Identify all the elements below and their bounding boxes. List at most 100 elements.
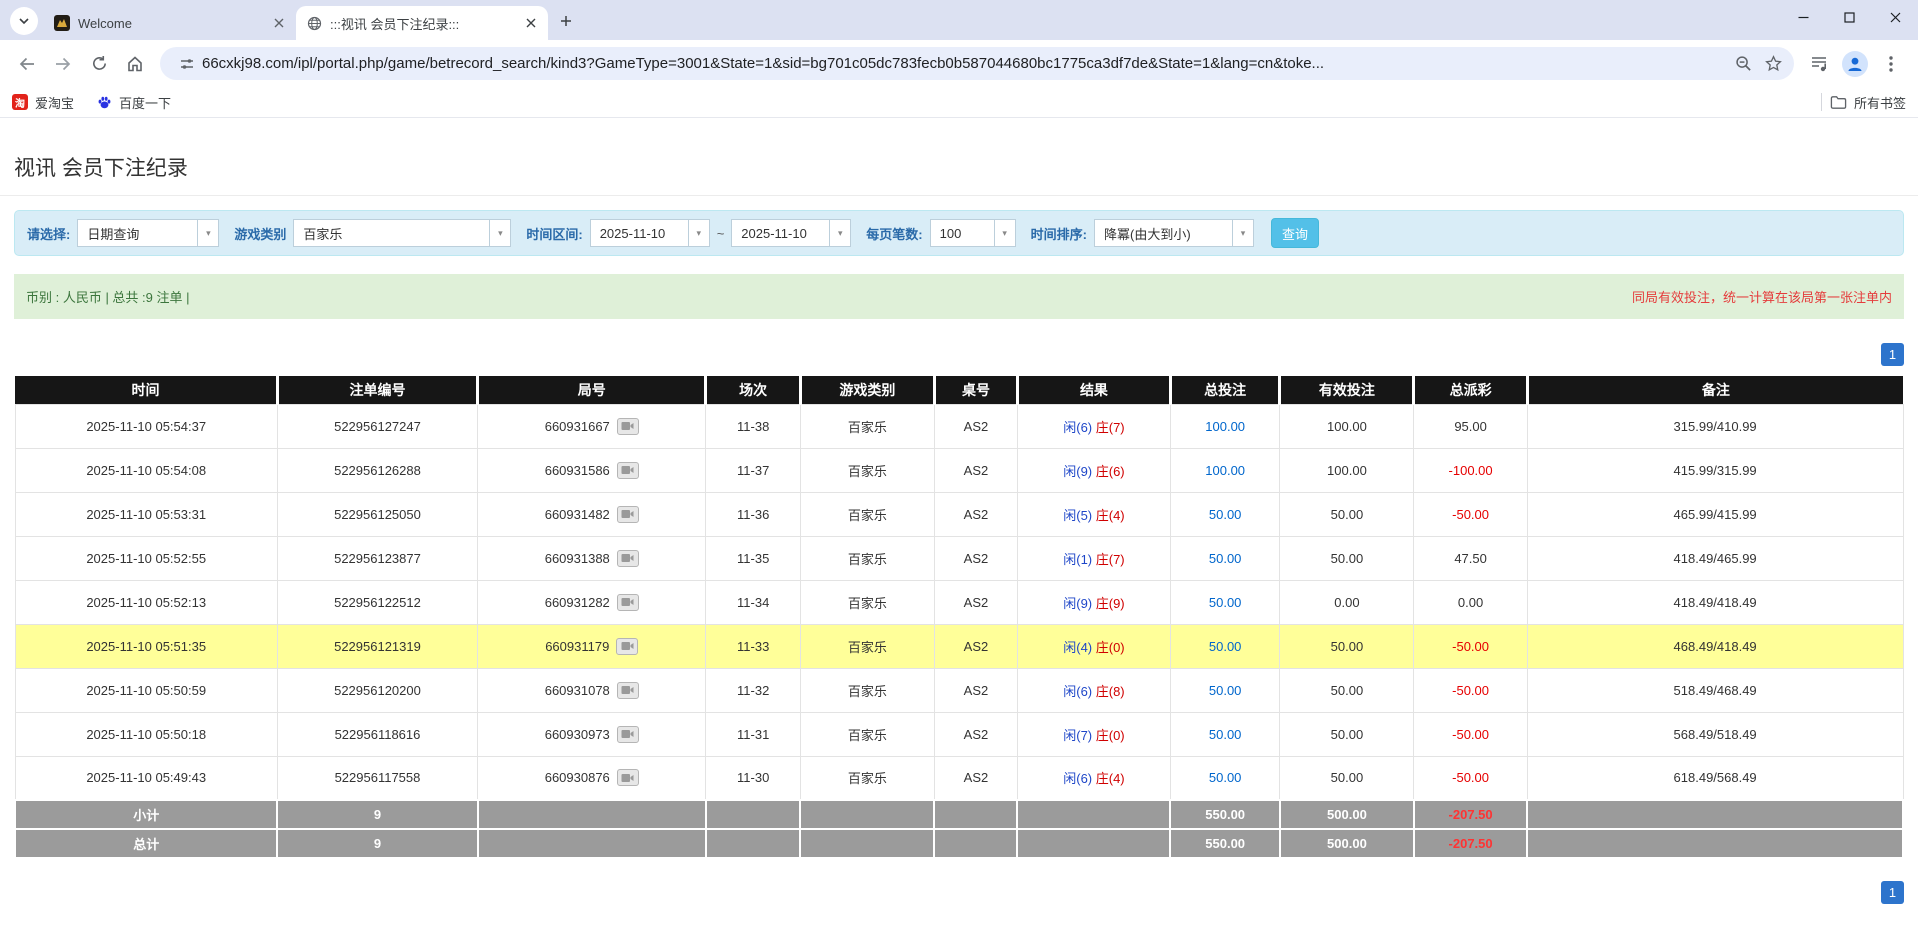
close-button[interactable]	[1872, 0, 1918, 34]
home-icon	[126, 55, 144, 73]
sort-select[interactable]: 降冪(由大到小) ▾	[1094, 219, 1254, 247]
subtotal-count: 9	[277, 800, 477, 829]
empty-cell	[706, 800, 800, 829]
empty-cell	[1527, 800, 1903, 829]
session: 11-35	[706, 536, 800, 580]
session: 11-33	[706, 624, 800, 668]
result: 闲(5) 庄(4)	[1017, 492, 1170, 536]
back-button[interactable]	[10, 47, 44, 81]
baidu-paw-icon	[96, 94, 112, 110]
payout: 0.00	[1414, 580, 1527, 624]
total-bet[interactable]: 50.00	[1170, 492, 1280, 536]
divider	[1821, 93, 1822, 111]
column-header: 总派彩	[1414, 376, 1527, 404]
round-video-icon[interactable]	[617, 769, 639, 786]
taobao-icon: 淘	[12, 94, 28, 110]
game-type: 百家乐	[800, 580, 934, 624]
bookmark-label: 爱淘宝	[35, 93, 74, 112]
round-video-icon[interactable]	[617, 594, 639, 611]
page-content: 视讯 会员下注纪录 请选择: 日期查询 ▾ 游戏类别 百家乐 ▾ 时间区间: 2…	[0, 118, 1918, 904]
round-video-icon[interactable]	[617, 726, 639, 743]
summary-warning-text: 同局有效投注，统一计算在该局第一张注单内	[1632, 287, 1892, 306]
note: 415.99/315.99	[1527, 448, 1903, 492]
total-bet[interactable]: 50.00	[1170, 624, 1280, 668]
zoom-button[interactable]	[1728, 49, 1758, 79]
session: 11-32	[706, 668, 800, 712]
total-count: 9	[277, 829, 477, 858]
tab-close-icon[interactable]	[270, 14, 288, 32]
note: 418.49/465.99	[1527, 536, 1903, 580]
tab-betrecord[interactable]: :::视讯 会员下注纪录:::	[296, 6, 548, 40]
all-bookmarks-button[interactable]: 所有书签	[1830, 93, 1906, 112]
bookmark-baidu[interactable]: 百度一下	[96, 93, 171, 112]
bookmark-taobao[interactable]: 淘 爱淘宝	[12, 93, 74, 112]
new-tab-button[interactable]	[552, 7, 580, 35]
game-type-select[interactable]: 百家乐 ▾	[293, 219, 511, 247]
tab-welcome[interactable]: Welcome	[44, 6, 296, 40]
chevron-down-icon: ▾	[829, 220, 850, 246]
tab-close-icon[interactable]	[522, 14, 540, 32]
home-button[interactable]	[118, 47, 152, 81]
tab-strip: Welcome :::视讯 会员下注纪录:::	[0, 0, 1918, 40]
round-video-icon[interactable]	[616, 638, 638, 655]
total-bet[interactable]: 100.00	[1170, 404, 1280, 448]
media-controls-button[interactable]	[1802, 47, 1836, 81]
total-valid-bet: 500.00	[1280, 829, 1414, 858]
round-video-icon[interactable]	[617, 682, 639, 699]
session: 11-38	[706, 404, 800, 448]
payout: -100.00	[1414, 448, 1527, 492]
note: 518.49/468.49	[1527, 668, 1903, 712]
sort-value: 降冪(由大到小)	[1095, 224, 1200, 243]
round-video-icon[interactable]	[617, 418, 639, 435]
pagination-bottom: 1	[14, 881, 1904, 904]
site-settings-button[interactable]	[172, 49, 202, 79]
total-row: 总计 9 550.00 500.00 -207.50	[15, 829, 1903, 858]
tune-icon	[179, 56, 195, 72]
column-header: 总投注	[1170, 376, 1280, 404]
payout: -50.00	[1414, 624, 1527, 668]
table-number: AS2	[934, 624, 1017, 668]
forward-button[interactable]	[46, 47, 80, 81]
address-bar[interactable]: 66cxkj98.com/ipl/portal.php/game/betreco…	[160, 47, 1794, 80]
total-bet[interactable]: 50.00	[1170, 712, 1280, 756]
maximize-button[interactable]	[1826, 0, 1872, 34]
page-1-button[interactable]: 1	[1881, 881, 1904, 904]
minimize-button[interactable]	[1780, 0, 1826, 34]
query-type-select[interactable]: 日期查询 ▾	[77, 219, 219, 247]
column-header: 结果	[1017, 376, 1170, 404]
valid-bet: 100.00	[1280, 448, 1414, 492]
page-size-select[interactable]: 100 ▾	[930, 219, 1016, 247]
round-video-icon[interactable]	[617, 462, 639, 479]
payout: 95.00	[1414, 404, 1527, 448]
note: 418.49/418.49	[1527, 580, 1903, 624]
bet-time: 2025-11-10 05:50:59	[15, 668, 277, 712]
game-type: 百家乐	[800, 404, 934, 448]
url-text[interactable]: 66cxkj98.com/ipl/portal.php/game/betreco…	[202, 55, 1728, 72]
bet-number: 522956126288	[277, 448, 477, 492]
total-bet[interactable]: 50.00	[1170, 756, 1280, 800]
back-icon	[18, 55, 36, 73]
empty-cell	[478, 829, 706, 858]
total-total-bet: 550.00	[1170, 829, 1280, 858]
browser-menu-button[interactable]	[1874, 47, 1908, 81]
profile-avatar[interactable]	[1842, 51, 1868, 77]
game-type: 百家乐	[800, 756, 934, 800]
refresh-button[interactable]	[82, 47, 116, 81]
search-button[interactable]: 查询	[1271, 218, 1319, 248]
total-bet[interactable]: 50.00	[1170, 536, 1280, 580]
bookmark-star-button[interactable]	[1758, 49, 1788, 79]
round-number: 660931388	[478, 536, 706, 580]
round-video-icon[interactable]	[617, 550, 639, 567]
round-video-icon[interactable]	[617, 506, 639, 523]
total-bet[interactable]: 50.00	[1170, 668, 1280, 712]
payout: 47.50	[1414, 536, 1527, 580]
date-from-select[interactable]: 2025-11-10 ▾	[590, 219, 710, 247]
page-size-value: 100	[931, 226, 971, 241]
page-1-button[interactable]: 1	[1881, 343, 1904, 366]
total-bet[interactable]: 50.00	[1170, 580, 1280, 624]
tab-search-button[interactable]	[10, 7, 38, 35]
total-bet[interactable]: 100.00	[1170, 448, 1280, 492]
media-playlist-icon	[1810, 54, 1829, 73]
date-to-select[interactable]: 2025-11-10 ▾	[731, 219, 851, 247]
table-number: AS2	[934, 404, 1017, 448]
